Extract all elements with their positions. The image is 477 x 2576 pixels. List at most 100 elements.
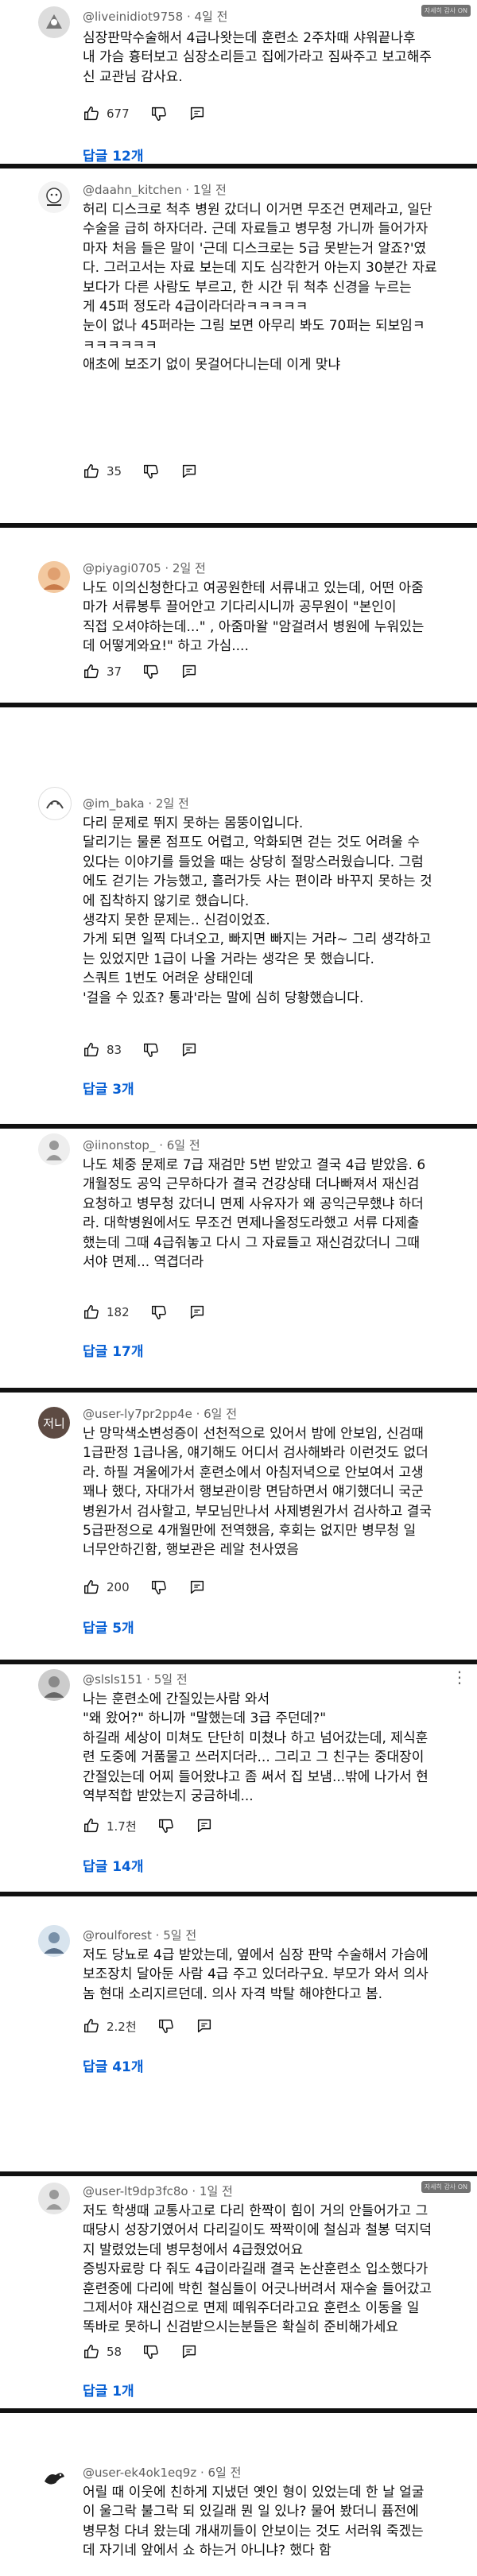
comment-thread-screenshot: { "labels": { "replies_1": "답글 12개", "re… xyxy=(0,0,477,2576)
avatar-photo-icon xyxy=(38,1925,70,1957)
view-replies-button[interactable]: 답글 41개 xyxy=(83,2055,144,2075)
avatar-bird-icon xyxy=(38,2462,70,2494)
comment-actions: 1.7천 xyxy=(83,1814,321,1838)
comment-actions: 35 xyxy=(83,459,321,483)
comment-panel: @roulforest · 5일 전 저도 당뇨로 4급 받았는데, 옆에서 심… xyxy=(0,1896,477,2171)
view-replies-button[interactable]: 답글 12개 xyxy=(83,145,144,165)
comment-actions: 2.2천 xyxy=(83,2014,321,2038)
avatar[interactable] xyxy=(38,561,70,593)
avatar-sketch-icon xyxy=(40,788,70,819)
like-button[interactable]: 35 xyxy=(83,463,122,480)
dislike-button[interactable] xyxy=(150,105,168,122)
comment-author[interactable]: @user-lt9dp3fc8o · 1일 전 xyxy=(83,2183,233,2199)
comment-text: 나도 이의신청한다고 여공원한테 서류내고 있는데, 어떤 아줌 마가 서류봉투… xyxy=(83,580,425,655)
avatar[interactable] xyxy=(38,181,70,213)
like-button[interactable]: 182 xyxy=(83,1303,130,1321)
comment-icon xyxy=(197,1819,211,1833)
comment-panel: ⋮ @slsls151 · 5일 전 나는 훈련소에 간질있는사람 와서 "왜 … xyxy=(0,1664,477,1892)
comment-author[interactable]: @im_baka · 2일 전 xyxy=(83,795,189,812)
thumbs-down-icon xyxy=(151,1580,166,1594)
avatar-cartoon-icon xyxy=(38,181,70,213)
comment-icon xyxy=(183,1043,196,1057)
like-button[interactable]: 1.7천 xyxy=(83,1817,137,1834)
more-options-icon[interactable]: ⋮ xyxy=(452,1668,467,1687)
thumbs-down-icon xyxy=(144,2345,158,2359)
comment-panel: @piyagi0705 · 2일 전 나도 이의신청한다고 여공원한테 서류내고… xyxy=(0,528,477,703)
dislike-button[interactable] xyxy=(142,463,160,480)
view-replies-button[interactable]: 답글 1개 xyxy=(83,2380,134,2400)
comment-author[interactable]: @user-ly7pr2pp4e · 6일 전 xyxy=(83,1405,237,1422)
comment-panel: @daahn_kitchen · 1일 전 허리 디스크로 척추 병원 갔더니 … xyxy=(0,169,477,523)
avatar[interactable] xyxy=(38,1925,70,1957)
comment-author[interactable]: @piyagi0705 · 2일 전 xyxy=(83,560,206,576)
comment-text: 나도 체중 문제로 7급 재검만 5번 받았고 결국 4급 받았음. 6 개월정… xyxy=(83,1157,426,1271)
comment-actions: 58 xyxy=(83,2340,321,2364)
avatar[interactable] xyxy=(38,2183,70,2214)
avatar[interactable] xyxy=(38,787,72,820)
like-count: 1.7천 xyxy=(107,1819,137,1834)
dislike-button[interactable] xyxy=(157,1817,175,1834)
avatar[interactable]: 저니 xyxy=(38,1407,70,1439)
dislike-button[interactable] xyxy=(142,1041,160,1059)
avatar-figure-icon xyxy=(38,2183,70,2214)
like-button[interactable]: 58 xyxy=(83,2343,122,2361)
dislike-button[interactable] xyxy=(142,663,160,680)
avatar[interactable] xyxy=(38,2462,70,2494)
comment-icon xyxy=(183,664,196,679)
like-button[interactable]: 677 xyxy=(83,105,130,122)
avatar-photo-icon xyxy=(38,561,70,593)
comment-text: 저도 학생때 교통사고로 다리 한짝이 힘이 거의 안들어가고 그 때당시 성장… xyxy=(83,2203,432,2336)
thumbs-up-icon xyxy=(84,1819,99,1833)
comment-panel: @im_baka · 2일 전 다리 문제로 뛰지 못하는 몸뚱이입니다. 달리… xyxy=(0,707,477,1124)
dislike-button[interactable] xyxy=(150,1579,168,1596)
reply-button[interactable] xyxy=(180,463,198,480)
comment-panel: 자세히 감사 ON @user-lt9dp3fc8o · 1일 전 저도 학생때… xyxy=(0,2176,477,2408)
thumbs-down-icon xyxy=(151,107,166,121)
thumbs-up-icon xyxy=(84,1305,99,1319)
comment-author[interactable]: @slsls151 · 5일 전 xyxy=(83,1671,188,1687)
reply-button[interactable] xyxy=(188,105,206,122)
thumbs-up-icon xyxy=(84,1043,99,1057)
avatar[interactable] xyxy=(38,1133,70,1165)
like-button[interactable]: 2.2천 xyxy=(83,2017,137,2035)
like-count: 200 xyxy=(107,1580,130,1594)
reply-button[interactable] xyxy=(180,663,198,680)
thumbs-down-icon xyxy=(158,2019,173,2033)
like-count: 83 xyxy=(107,1043,122,1057)
avatar[interactable] xyxy=(38,6,70,38)
like-count: 182 xyxy=(107,1305,130,1319)
dislike-button[interactable] xyxy=(150,1303,168,1321)
reply-button[interactable] xyxy=(180,2343,198,2361)
reply-button[interactable] xyxy=(188,1303,206,1321)
comment-author[interactable]: @daahn_kitchen · 1일 전 xyxy=(83,181,227,198)
comment-author[interactable]: @liveinidiot9758 · 4일 전 xyxy=(83,8,227,25)
like-button[interactable]: 83 xyxy=(83,1041,122,1059)
dislike-button[interactable] xyxy=(142,2343,160,2361)
comment-icon xyxy=(190,1580,204,1594)
comment-panel: 자세히 감사 ON @liveinidiot9758 · 4일 전 심장판막수술… xyxy=(0,0,477,165)
reply-button[interactable] xyxy=(196,2017,213,2035)
thumbs-up-icon xyxy=(84,1580,99,1594)
reply-button[interactable] xyxy=(196,1817,213,1834)
view-replies-button[interactable]: 답글 17개 xyxy=(83,1340,144,1360)
dislike-button[interactable] xyxy=(157,2017,175,2035)
reply-button[interactable] xyxy=(180,1041,198,1059)
avatar-illustration-icon xyxy=(38,6,70,38)
comment-author[interactable]: @roulforest · 5일 전 xyxy=(83,1927,196,1943)
subtitle-badge: 자세히 감사 ON xyxy=(421,2181,471,2193)
avatar[interactable] xyxy=(38,1669,70,1701)
thumbs-up-icon xyxy=(84,107,99,121)
view-replies-button[interactable]: 답글 5개 xyxy=(83,1617,134,1637)
like-button[interactable]: 37 xyxy=(83,663,122,680)
view-replies-button[interactable]: 답글 3개 xyxy=(83,1078,134,1098)
like-button[interactable]: 200 xyxy=(83,1579,130,1596)
thumbs-down-icon xyxy=(151,1305,166,1319)
reply-button[interactable] xyxy=(188,1579,206,1596)
comment-actions: 182 xyxy=(83,1300,321,1324)
thumbs-down-icon xyxy=(144,1043,158,1057)
comment-author[interactable]: @user-ek4ok1eq9z · 6일 전 xyxy=(83,2464,241,2481)
comment-author[interactable]: @iinonstop_ · 6일 전 xyxy=(83,1137,200,1153)
view-replies-button[interactable]: 답글 14개 xyxy=(83,1855,144,1875)
like-count: 677 xyxy=(107,107,130,121)
comment-text: 심장판막수술해서 4급나왓는데 훈련소 2주차때 샤워끝나후 내 가슴 흉터보고… xyxy=(83,30,432,85)
